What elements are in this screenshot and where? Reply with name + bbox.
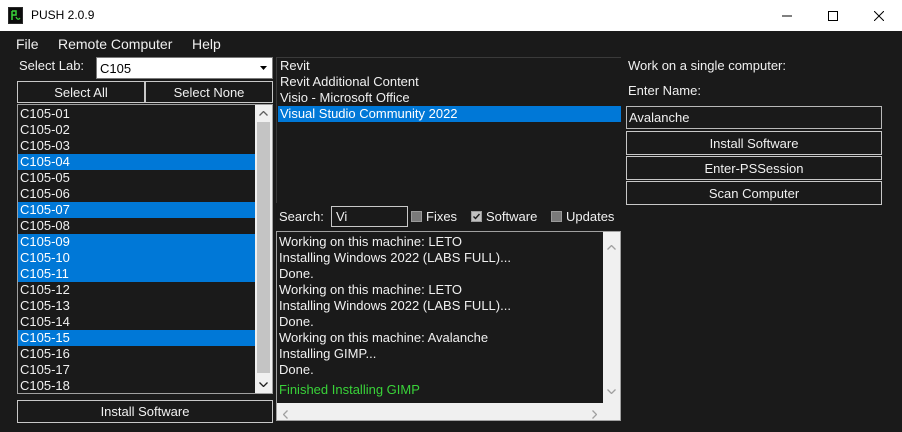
output-vertical-scrollbar[interactable] [603,232,620,403]
computer-list-item[interactable]: C105-05 [18,170,255,186]
single-computer-heading: Work on a single computer: [628,58,786,73]
computer-list-item[interactable]: C105-08 [18,218,255,234]
software-list-item[interactable]: Visual Studio Community 2022 [278,106,621,122]
install-software-single-button[interactable]: Install Software [626,131,882,155]
computer-list-item[interactable]: C105-01 [18,106,255,122]
window-title: PUSH 2.0.9 [31,8,95,22]
computer-list-item[interactable]: C105-07 [18,202,255,218]
computer-list-item[interactable]: C105-12 [18,282,255,298]
computer-list-item[interactable]: C105-03 [18,138,255,154]
computer-name-input[interactable] [626,106,882,129]
computer-list-item[interactable]: C105-10 [18,250,255,266]
software-list-item[interactable]: Visio - Microsoft Office [278,90,621,106]
computer-list-item[interactable]: C105-04 [18,154,255,170]
output-line: Done. [279,362,314,377]
updates-label: Updates [566,209,615,224]
software-label: Software [486,209,538,224]
install-software-lab-button[interactable]: Install Software [17,400,273,423]
search-label: Search: [279,209,324,224]
scroll-up-icon[interactable] [607,238,616,253]
scrollbar-thumb[interactable] [257,122,270,373]
software-checkbox[interactable] [471,211,482,222]
fixes-checkbox[interactable] [411,211,422,222]
scrollbar-corner [603,403,620,420]
enter-name-label: Enter Name: [628,83,701,98]
output-log[interactable]: Working on this machine: LETO Installing … [276,231,621,421]
output-line: Working on this machine: Avalanche [279,330,489,345]
computer-list-item[interactable]: C105-14 [18,314,255,330]
lab-select-value: C105 [100,61,132,76]
menu-bar: File Remote Computer Help [0,31,902,55]
computer-list-item[interactable]: C105-16 [18,346,255,362]
software-list[interactable]: Revit Revit Additional Content Visio - Mic… [276,57,621,203]
computer-list-item[interactable]: C105-17 [18,362,255,378]
output-line: Working on this machine: LETO [279,234,463,249]
fixes-label: Fixes [426,209,458,224]
push-app-icon [8,7,23,24]
menu-remote-computer[interactable]: Remote Computer [58,36,172,52]
output-line: Installing GIMP... [279,346,377,361]
output-line: Done. [279,314,314,329]
lab-select[interactable]: C105 [96,57,273,79]
computer-list-item[interactable]: C105-15 [18,330,255,346]
software-list-item[interactable]: Revit [278,58,621,74]
output-line: Installing Windows 2022 (LABS FULL)... [279,298,511,313]
menu-help[interactable]: Help [192,36,221,52]
minimize-icon [782,15,792,16]
enter-pssession-button[interactable]: Enter-PSSession [626,156,882,180]
computer-list-scrollbar[interactable] [255,105,272,393]
title-bar: PUSH 2.0.9 [0,0,902,31]
computer-list-item[interactable]: C105-18 [18,378,255,393]
output-line: Finished Installing GIMP [279,382,420,397]
select-all-button[interactable]: Select All [17,81,145,103]
output-horizontal-scrollbar[interactable] [277,403,603,420]
scroll-down-icon[interactable] [607,382,616,397]
computer-list-item[interactable]: C105-02 [18,122,255,138]
scroll-up-icon[interactable] [255,105,272,122]
maximize-icon [828,10,838,21]
output-line: Working on this machine: LETO [279,282,463,297]
close-icon [874,10,884,21]
select-none-button[interactable]: Select None [145,81,273,103]
menu-file[interactable]: File [16,36,39,52]
computer-list-item[interactable]: C105-06 [18,186,255,202]
computer-list-item[interactable]: C105-13 [18,298,255,314]
select-lab-label: Select Lab: [19,58,85,73]
scroll-down-icon[interactable] [255,376,272,393]
scan-computer-button[interactable]: Scan Computer [626,181,882,205]
search-input[interactable] [331,206,408,227]
output-line: Installing Windows 2022 (LABS FULL)... [279,250,511,265]
computer-list[interactable]: C105-01 C105-02 C105-03 C105-04 C105-05 C105-… [17,104,273,394]
close-button[interactable] [856,0,902,31]
scroll-right-icon[interactable] [592,407,598,420]
minimize-button[interactable] [764,0,810,31]
output-line: Done. [279,266,314,281]
checkmark-icon [473,213,481,220]
updates-checkbox[interactable] [551,211,562,222]
scroll-left-icon[interactable] [282,407,288,420]
software-list-item[interactable]: Revit Additional Content [278,74,621,90]
computer-list-item[interactable]: C105-11 [18,266,255,282]
maximize-button[interactable] [810,0,856,31]
computer-list-item[interactable]: C105-09 [18,234,255,250]
chevron-down-icon[interactable] [254,58,272,78]
